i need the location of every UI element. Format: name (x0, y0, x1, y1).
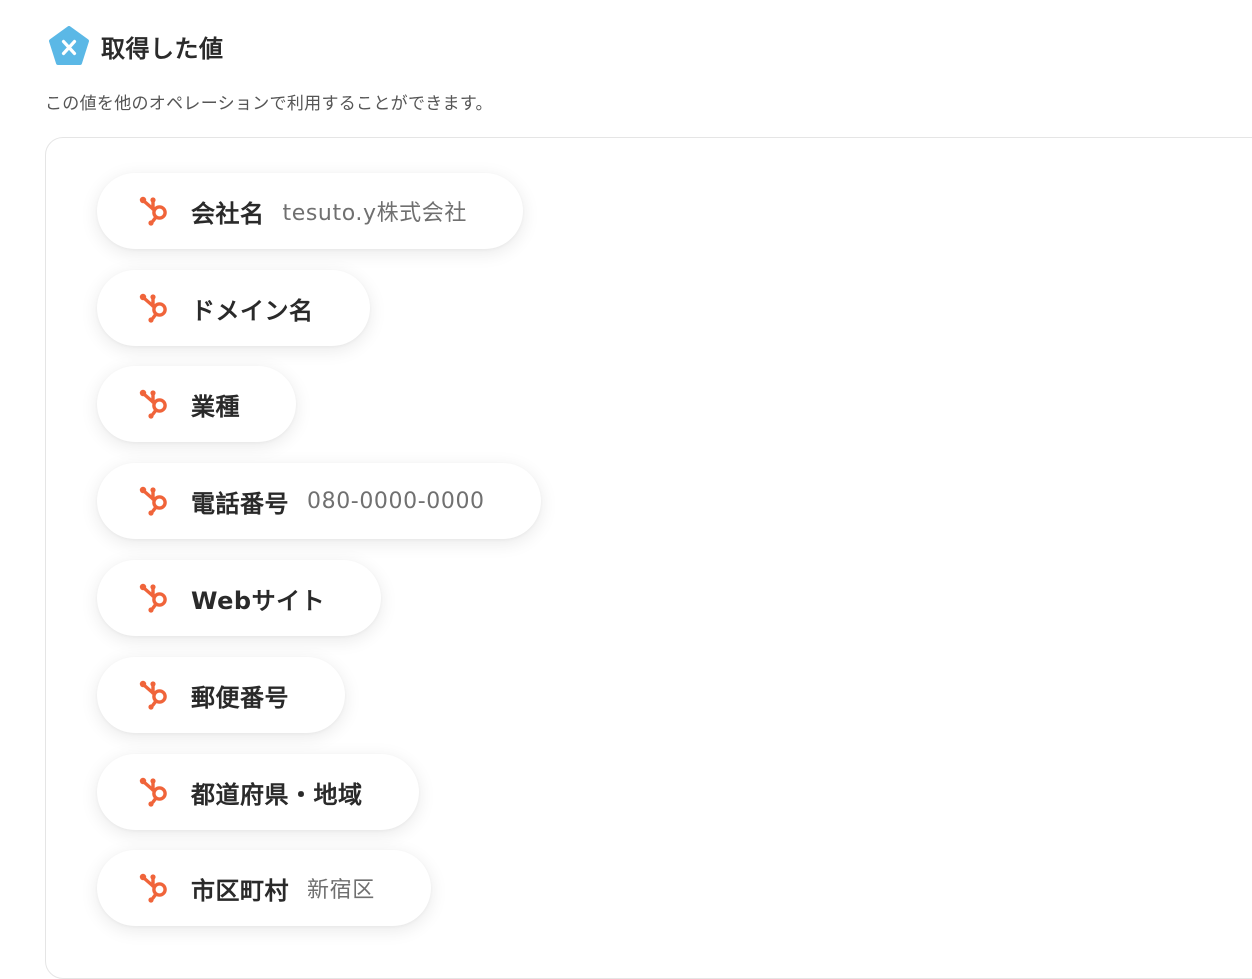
output-values-header: 取得した値 (48, 26, 224, 65)
value-chip-domain-name[interactable]: ドメイン名 (97, 270, 370, 346)
hubspot-sprocket-icon (139, 196, 167, 226)
hubspot-sprocket-icon (139, 777, 167, 807)
hubspot-sprocket-icon (139, 293, 167, 323)
section-title: 取得した値 (101, 34, 224, 63)
hubspot-sprocket-icon (139, 873, 167, 903)
field-value: 新宿区 (307, 878, 375, 903)
field-label: 郵便番号 (191, 683, 289, 712)
field-label: 会社名 (191, 199, 265, 228)
field-label: 市区町村 (191, 876, 289, 905)
field-label: 都道府県・地域 (191, 780, 363, 809)
value-chip-prefecture-region[interactable]: 都道府県・地域 (97, 754, 419, 830)
section-description: この値を他のオペレーションで利用することができます。 (45, 94, 493, 114)
hubspot-sprocket-icon (139, 486, 167, 516)
field-value: 080-0000-0000 (307, 488, 485, 514)
hubspot-sprocket-icon (139, 680, 167, 710)
hubspot-sprocket-icon (139, 583, 167, 613)
value-chip-company-name[interactable]: 会社名 tesuto.y株式会社 (97, 173, 523, 249)
field-label: 電話番号 (191, 489, 289, 518)
value-chip-phone-number[interactable]: 電話番号 080-0000-0000 (97, 463, 541, 539)
field-label: ドメイン名 (191, 296, 314, 325)
value-chip-website[interactable]: Webサイト (97, 560, 382, 636)
field-label: Webサイト (191, 586, 326, 615)
value-chip-postal-code[interactable]: 郵便番号 (97, 657, 345, 733)
field-label: 業種 (191, 392, 240, 421)
value-chip-industry[interactable]: 業種 (97, 366, 296, 442)
value-chip-city[interactable]: 市区町村 新宿区 (97, 850, 431, 926)
field-value: tesuto.y株式会社 (282, 201, 467, 226)
hubspot-sprocket-icon (139, 389, 167, 419)
variable-x-icon (49, 26, 89, 65)
